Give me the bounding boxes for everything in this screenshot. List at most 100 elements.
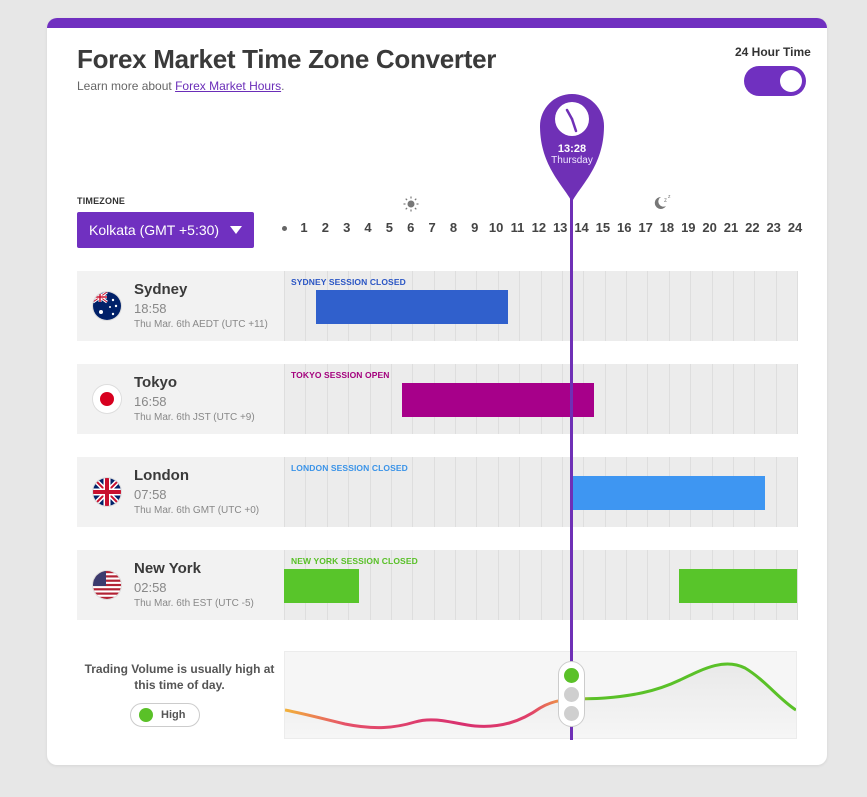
city-time: 02:58 [134, 580, 167, 595]
grid-line [775, 457, 777, 527]
city-name: Sydney [134, 281, 188, 298]
grid-line [797, 271, 798, 341]
hour-tick: 6 [407, 220, 415, 235]
session-track: SYDNEY SESSION CLOSED [284, 271, 798, 341]
traffic-light-green [564, 668, 579, 683]
grid-line [668, 364, 670, 434]
forex-market-hours-link[interactable]: Forex Market Hours [175, 79, 281, 93]
market-info: Sydney 18:58 Thu Mar. 6th AEDT (UTC +11) [77, 271, 284, 341]
grid-line [668, 271, 670, 341]
market-row-sydney: Sydney 18:58 Thu Mar. 6th AEDT (UTC +11) SY… [77, 271, 798, 341]
session-bar[interactable] [284, 569, 359, 603]
city-date: Thu Mar. 6th AEDT (UTC +11) [134, 319, 268, 330]
grid-line [497, 457, 499, 527]
city-date: Thu Mar. 6th EST (UTC -5) [134, 598, 254, 609]
hour-tick: 1 [300, 220, 308, 235]
grid-line [433, 457, 435, 527]
volume-description: Trading Volume is usually high at this t… [84, 662, 275, 692]
grid-line [519, 550, 521, 620]
svg-text:z: z [668, 194, 671, 200]
traffic-light-middle [564, 687, 579, 702]
volume-curve-svg [284, 662, 797, 738]
grid-line [754, 271, 756, 341]
grid-line [754, 364, 756, 434]
hour-tick: 14 [574, 220, 589, 235]
session-status-label: TOKYO SESSION OPEN [291, 370, 390, 380]
hour-tick: 9 [471, 220, 479, 235]
hour-tick: 7 [428, 220, 436, 235]
hour-tick: 8 [449, 220, 458, 235]
grid-line [561, 271, 563, 341]
grid-line [455, 457, 456, 527]
grid-line [519, 457, 521, 527]
market-info: Tokyo 16:58 Thu Mar. 6th JST (UTC +9) [77, 364, 284, 434]
grid-line [690, 364, 692, 434]
session-bar[interactable] [572, 476, 765, 510]
city-time: 07:58 [134, 487, 167, 502]
grid-line [284, 457, 285, 527]
city-date: Thu Mar. 6th GMT (UTC +0) [134, 505, 260, 516]
hour-axis: 1 2 3 4 5 6 7 8 9 10 11 12 13 14 15 16 17 18 19 20 21 22 23 24 [47, 216, 827, 242]
grid-line [626, 271, 627, 341]
page-title: Forex Market Time Zone Converter [77, 44, 497, 74]
hour-tick: 10 [488, 220, 504, 235]
current-time-text: 13:28 [557, 143, 587, 155]
session-track: NEW YORK SESSION CLOSED [284, 550, 798, 620]
hour-tick: 15 [595, 220, 611, 235]
24-hour-toggle[interactable] [744, 66, 806, 96]
city-name: London [134, 467, 189, 484]
grid-line [284, 271, 285, 341]
grid-line [540, 457, 542, 527]
hour-tick: 20 [702, 220, 717, 235]
grid-line [284, 364, 285, 434]
city-date: Thu Mar. 6th JST (UTC +9) [134, 412, 255, 423]
grid-line [540, 550, 542, 620]
hour-tick: 17 [638, 220, 653, 235]
grid-line [476, 550, 478, 620]
japan-flag-icon [93, 385, 121, 413]
session-bar[interactable] [316, 290, 509, 324]
grid-line [732, 364, 734, 434]
hour-tick: 23 [766, 220, 781, 235]
volume-level-badge: High [130, 703, 200, 727]
grid-line [797, 364, 798, 434]
market-info: New York 02:58 Thu Mar. 6th EST (UTC -5) [77, 550, 284, 620]
hour-tick: 18 [659, 220, 675, 235]
clock-icon [555, 102, 589, 136]
grid-line [647, 364, 649, 434]
uk-flag-icon [93, 478, 121, 506]
market-row-tokyo: Tokyo 16:58 Thu Mar. 6th JST (UTC +9) TOKYO… [77, 364, 798, 434]
grid-line [690, 271, 692, 341]
grid-line [455, 550, 456, 620]
grid-line [390, 364, 392, 434]
grid-line [668, 550, 670, 620]
grid-line [604, 550, 606, 620]
card-top-bar [47, 18, 827, 28]
hour-tick: 16 [617, 220, 632, 235]
session-bar[interactable] [679, 569, 797, 603]
hour-tick: 19 [681, 220, 696, 235]
subtitle: Learn more about Forex Market Hours. [77, 79, 284, 93]
current-time-line[interactable] [570, 148, 573, 740]
grid-line [519, 271, 521, 341]
grid-line [626, 364, 627, 434]
session-bar[interactable] [401, 383, 594, 417]
grid-line [711, 271, 713, 341]
session-track: LONDON SESSION CLOSED [284, 457, 798, 527]
usa-flag-icon [93, 571, 121, 599]
session-status-label: NEW YORK SESSION CLOSED [291, 556, 418, 566]
hour-tick: 2 [321, 220, 329, 235]
grid-line [775, 364, 777, 434]
session-track: TOKYO SESSION OPEN [284, 364, 798, 434]
volume-chart [284, 651, 797, 739]
grid-line [497, 550, 499, 620]
grid-line [626, 550, 627, 620]
current-day-text: Thursday [551, 155, 593, 166]
24-hour-toggle-label: 24 Hour Time [735, 45, 811, 59]
grid-line [412, 457, 414, 527]
hour-tick: 24 [787, 220, 803, 235]
grid-line [775, 271, 777, 341]
grid-line [604, 271, 606, 341]
subtitle-prefix: Learn more about [77, 79, 176, 93]
grid-line [711, 364, 713, 434]
